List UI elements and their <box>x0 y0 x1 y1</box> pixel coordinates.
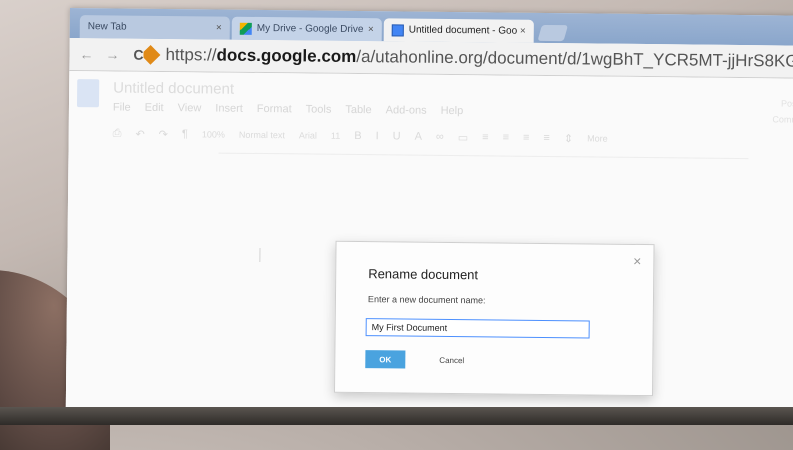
google-drive-icon <box>239 22 252 35</box>
monitor-bezel <box>0 407 793 425</box>
google-docs-icon <box>391 23 404 36</box>
tab-new-tab[interactable]: New Tab × <box>79 15 230 40</box>
new-tab-button[interactable] <box>537 24 568 42</box>
url-scheme: https:// <box>165 45 217 65</box>
document-name-input[interactable] <box>365 318 590 339</box>
browser-window: New Tab × My Drive - Google Drive × Unti… <box>65 8 793 416</box>
rename-dialog: × Rename document Enter a new document n… <box>333 240 655 397</box>
tab-label: My Drive - Google Drive <box>256 22 364 36</box>
tab-close-icon[interactable]: × <box>216 23 222 34</box>
ok-button[interactable]: OK <box>365 350 406 369</box>
tab-label: New Tab <box>87 21 127 33</box>
url-path: /a/utahonline.org/document/d/1wgBhT_YCR5… <box>356 47 793 73</box>
tab-untitled-document[interactable]: Untitled document - Goo × <box>383 18 534 43</box>
tab-close-icon[interactable]: × <box>368 24 374 35</box>
tab-label: Untitled document - Goo <box>408 24 518 37</box>
back-icon[interactable]: ← <box>77 46 95 62</box>
dialog-label: Enter a new document name: <box>367 294 486 306</box>
cancel-button[interactable]: Cancel <box>433 351 470 369</box>
dialog-title: Rename document <box>368 266 479 283</box>
address-bar[interactable]: https:// docs.google.com /a/utahonline.o… <box>143 43 793 74</box>
forward-icon[interactable]: → <box>103 46 121 62</box>
close-icon[interactable]: × <box>633 253 641 269</box>
tab-close-icon[interactable]: × <box>520 26 526 37</box>
tab-my-drive[interactable]: My Drive - Google Drive × <box>231 16 382 42</box>
url-host: docs.google.com <box>216 45 357 67</box>
security-warning-icon[interactable] <box>143 44 161 65</box>
